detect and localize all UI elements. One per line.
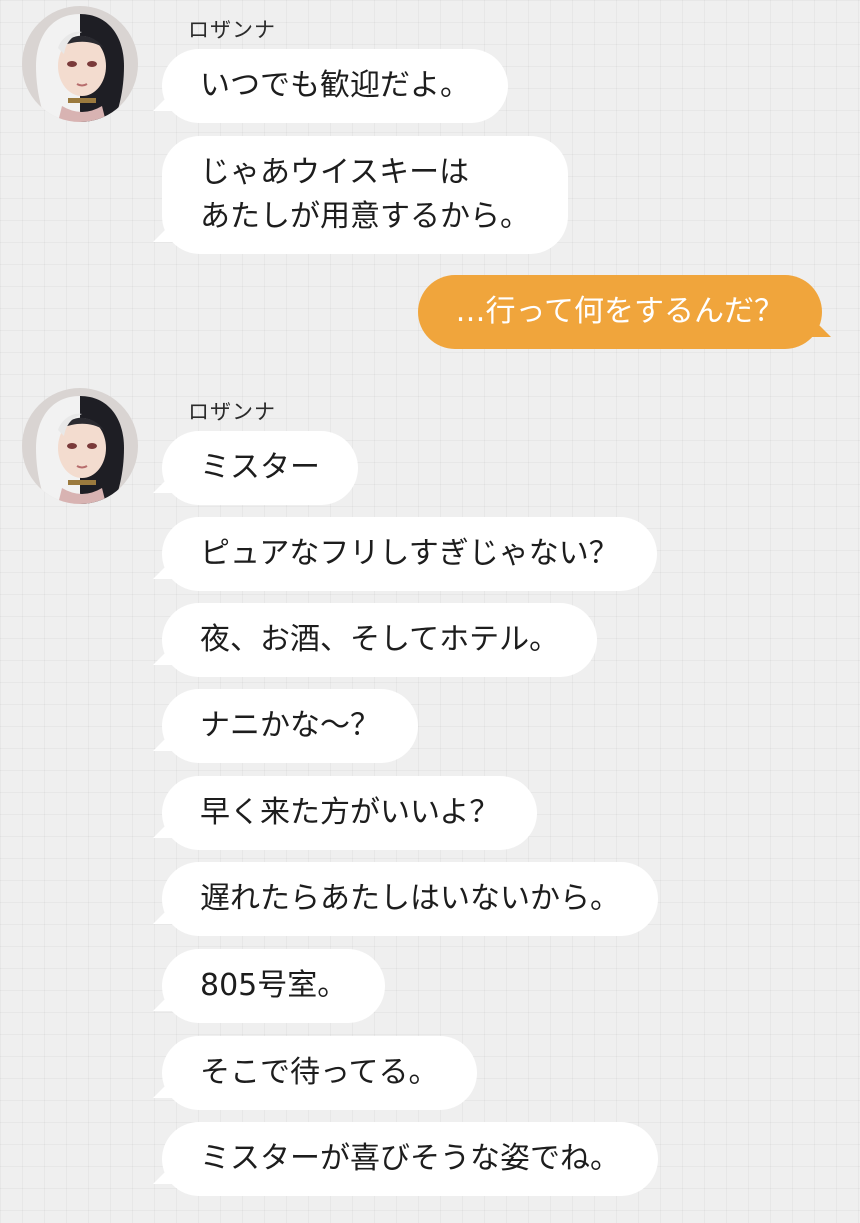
message-bubble[interactable]: 夜、お酒、そしてホテル。 xyxy=(162,603,598,677)
message-bubble[interactable]: ミスター xyxy=(162,431,358,505)
sender-name: ロザンナ xyxy=(188,18,276,42)
avatar[interactable] xyxy=(22,6,138,122)
message-bubble[interactable]: そこで待ってる。 xyxy=(162,1036,477,1110)
message-bubble[interactable]: 早く来た方がいいよ？ xyxy=(162,776,538,850)
message-bubble[interactable]: ミスターが喜びそうな姿でね。 xyxy=(162,1122,658,1196)
message-bubble[interactable]: ピュアなフリしすぎじゃない？ xyxy=(162,517,657,591)
message-bubble[interactable]: いつでも歓迎だよ。 xyxy=(162,49,508,123)
message-bubble[interactable]: 遅れたらあたしはいないから。 xyxy=(162,862,658,936)
message-bubble[interactable]: 805号室。 xyxy=(162,949,386,1023)
message-bubble[interactable]: ナニかな～？ xyxy=(162,689,418,763)
rosanna-portrait-image xyxy=(22,388,138,504)
rosanna-portrait-image xyxy=(22,6,138,122)
message-bubble[interactable]: じゃあウイスキーは あたしが用意するから。 xyxy=(162,136,568,254)
sender-name: ロザンナ xyxy=(188,400,276,424)
my-message-bubble[interactable]: …行って何をするんだ？ xyxy=(417,275,822,349)
avatar[interactable] xyxy=(22,388,138,504)
